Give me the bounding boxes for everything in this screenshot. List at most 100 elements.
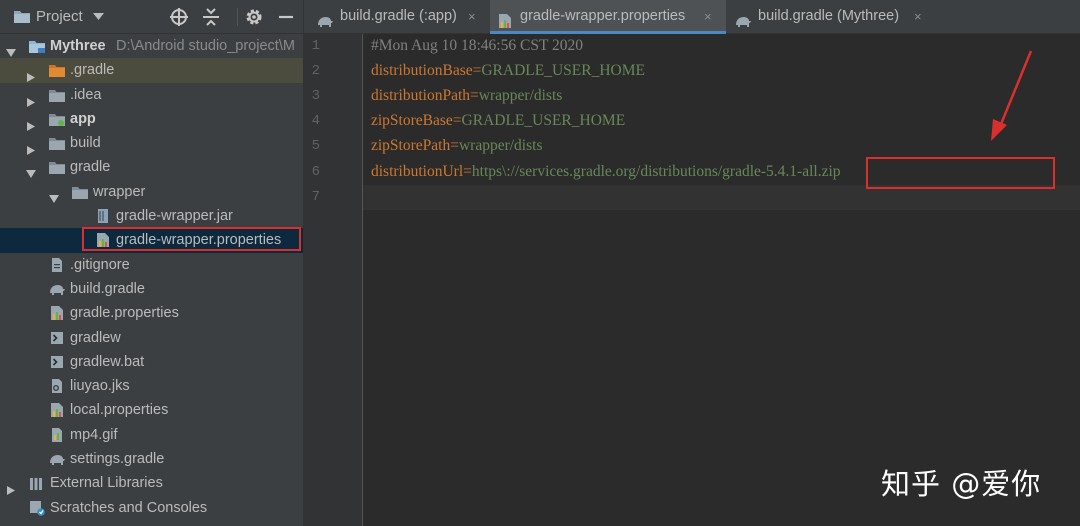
folder-icon [48, 159, 66, 175]
tree-item[interactable]: gradlew [0, 326, 303, 350]
project-path: D:\Android studio_project\M [116, 38, 295, 54]
tree-item[interactable]: gradlew.bat [0, 350, 303, 374]
close-tab-icon[interactable]: × [914, 0, 922, 33]
tree-item-label: gradle [70, 159, 111, 176]
orange-folder-icon [48, 62, 66, 78]
tree-item-label: gradle-wrapper.jar [116, 208, 233, 225]
properties-file-icon [48, 305, 66, 321]
code-editor[interactable]: 1 2 3 4 5 6 7 #Mon Aug 10 18:46:56 CST 2020 dis… [304, 34, 1080, 526]
editor-tab[interactable]: build.gradle (:app) × [306, 0, 486, 33]
gradle-elephant-icon [48, 451, 66, 467]
property-key: distributionUrl [371, 162, 464, 180]
collapse-all-button[interactable] [201, 7, 221, 27]
code-line: distributionPath=wrapper/dists [371, 87, 562, 105]
tree-item[interactable]: build.gradle [0, 277, 303, 301]
watermark-text: 知乎 @爱你 [881, 467, 1042, 501]
app-module-icon [48, 111, 66, 127]
assignment-operator: = [470, 87, 479, 105]
tree-item[interactable]: gradle-wrapper.properties [0, 228, 303, 253]
expand-arrow-down-icon[interactable] [26, 163, 36, 179]
expand-arrow-right-icon[interactable] [26, 115, 36, 131]
folder-icon [48, 87, 66, 103]
code-line: zipStorePath=wrapper/dists [371, 137, 542, 155]
line-number: 4 [311, 113, 320, 130]
tree-item[interactable]: settings.gradle [0, 447, 303, 471]
tree-item[interactable]: Scratches and Consoles [0, 496, 303, 520]
tree-item-label: liuyao.jks [70, 378, 130, 395]
close-tab-icon[interactable]: × [468, 0, 476, 33]
folder-icon [48, 135, 66, 151]
chevron-down-icon[interactable] [93, 13, 104, 21]
tree-item[interactable]: gradle.properties [0, 301, 303, 325]
property-value: https\://services.gradle.org/distributio… [471, 162, 841, 180]
gear-icon [246, 9, 262, 25]
collapse-all-icon [203, 8, 219, 26]
settings-button[interactable] [244, 7, 264, 27]
tree-item[interactable]: gradle [0, 155, 303, 179]
expand-arrow-right-icon[interactable] [6, 479, 16, 496]
gradle-elephant-icon [48, 281, 66, 297]
tree-item[interactable]: local.properties [0, 398, 303, 422]
tree-item-label: .gitignore [70, 256, 130, 273]
property-value: GRADLE_USER_HOME [481, 62, 645, 80]
tab-label: build.gradle (Mythree) [758, 8, 900, 24]
tree-item-label: app [70, 110, 96, 127]
project-panel: Project Mythree D:\Android studio_projec… [0, 0, 304, 526]
tree-item[interactable]: wrapper [0, 180, 303, 204]
scratches-icon [28, 500, 46, 516]
keystore-file-icon [48, 378, 66, 394]
code-line: distributionUrl=https\://services.gradle… [371, 163, 841, 181]
project-view-icon [14, 11, 30, 23]
property-key: zipStorePath [371, 137, 451, 155]
editor-tab[interactable]: gradle-wrapper.properties × [490, 0, 726, 34]
property-key: zipStoreBase [371, 112, 453, 130]
expand-arrow-right-icon[interactable] [26, 91, 36, 107]
tree-item[interactable]: mp4.gif [0, 423, 303, 447]
line-number: 6 [311, 163, 320, 180]
tree-item-label: local.properties [70, 402, 169, 419]
tree-item-label: Mythree [50, 38, 106, 54]
line-number: 1 [311, 38, 320, 54]
assignment-operator: = [463, 162, 472, 180]
code-line: distributionBase=GRADLE_USER_HOME [371, 62, 645, 80]
gradle-elephant-icon [734, 9, 751, 27]
tree-item[interactable]: Mythree D:\Android studio_project\M [0, 34, 303, 58]
expand-arrow-right-icon[interactable] [26, 66, 36, 83]
tree-item[interactable]: .gradle [0, 58, 303, 83]
tree-item-label: .gradle [70, 62, 115, 79]
tree-item[interactable]: .gitignore [0, 253, 303, 277]
properties-file-icon [94, 232, 112, 248]
libraries-icon [28, 475, 46, 491]
minimize-icon [279, 15, 293, 19]
tree-item[interactable]: build [0, 131, 303, 156]
gutter-divider [362, 34, 363, 526]
tree-item-label: gradlew [70, 329, 121, 346]
assignment-operator: = [450, 137, 459, 155]
tree-item[interactable]: .idea [0, 83, 303, 107]
hide-panel-button[interactable] [276, 7, 296, 27]
expand-arrow-down-icon[interactable] [49, 188, 59, 203]
close-tab-icon[interactable]: × [704, 0, 712, 33]
locate-file-button[interactable] [169, 7, 189, 27]
project-view-selector[interactable]: Project [36, 8, 83, 25]
line-number-gutter: 1 2 3 4 5 6 7 [304, 34, 362, 526]
shell-file-icon [48, 354, 66, 370]
jar-file-icon [94, 208, 112, 224]
expand-arrow-down-icon[interactable] [6, 42, 16, 57]
annotation-arrow [991, 50, 1033, 141]
tree-item-label: mp4.gif [70, 426, 118, 443]
editor-tab-bar: build.gradle (:app) × gradle-wrapper.prope… [304, 0, 1080, 34]
editor-tab[interactable]: build.gradle (Mythree) × [728, 0, 928, 33]
tree-item[interactable]: liuyao.jks [0, 374, 303, 398]
tree-item-label: settings.gradle [70, 451, 165, 468]
crosshair-icon [170, 8, 188, 26]
properties-file-icon [496, 9, 512, 28]
property-value: wrapper/dists [458, 137, 543, 155]
code-line: zipStoreBase=GRADLE_USER_HOME [371, 112, 625, 130]
tree-item[interactable]: External Libraries [0, 471, 303, 496]
expand-arrow-right-icon[interactable] [26, 139, 36, 156]
tree-item[interactable]: app [0, 107, 303, 131]
tree-item[interactable]: gradle-wrapper.jar [0, 204, 303, 228]
text-file-icon [48, 257, 66, 273]
module-folder-icon [28, 38, 46, 54]
